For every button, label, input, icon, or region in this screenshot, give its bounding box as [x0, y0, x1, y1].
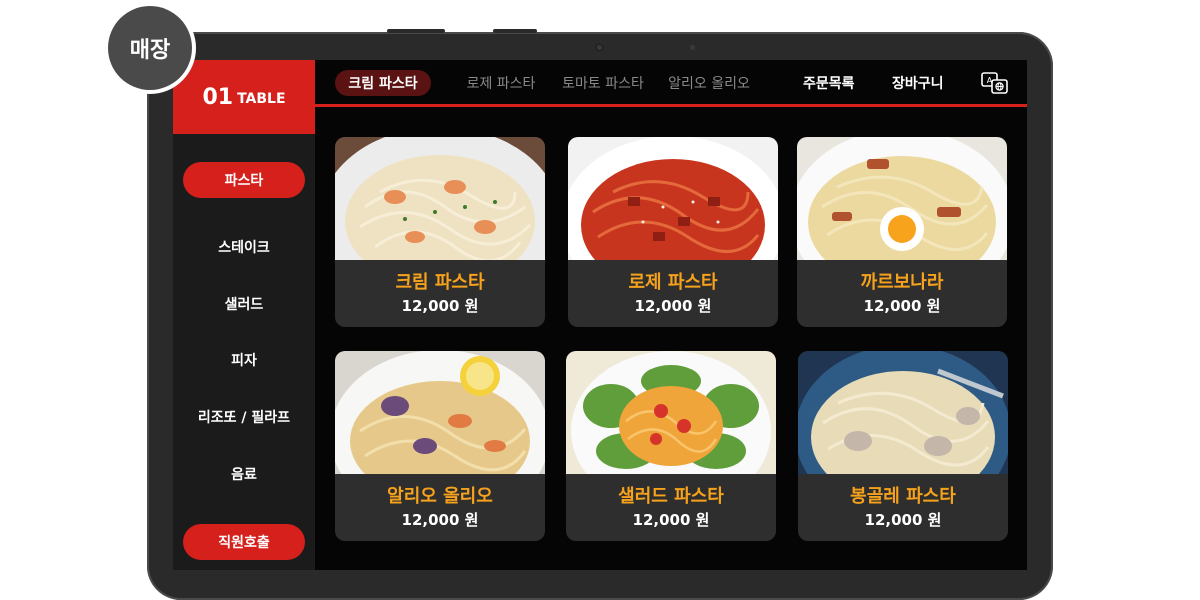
tab-tomato-pasta[interactable]: 토마토 파스타	[555, 70, 651, 96]
table-number-badge: 01 TABLE	[173, 60, 315, 134]
tab-aglio-olio[interactable]: 알리오 올리오	[661, 70, 757, 96]
menu-card-carbonara[interactable]: 까르보나라 12,000 원	[797, 137, 1007, 327]
cart-button[interactable]: 장바구니	[892, 70, 944, 96]
category-sidebar: 01 TABLE 파스타 스테이크 샐러드 피자 리조또 / 필라프 음료 직원…	[173, 60, 315, 570]
menu-item-name: 로제 파스타	[628, 272, 718, 293]
menu-item-name: 까르보나라	[860, 272, 944, 293]
menu-item-price: 12,000 원	[401, 511, 479, 529]
menu-card-aglio-olio[interactable]: 알리오 올리오 12,000 원	[335, 351, 545, 541]
store-mode-label: 매장	[108, 6, 192, 90]
menu-item-price: 12,000 원	[863, 297, 941, 315]
menu-card-vongole-pasta[interactable]: 봉골레 파스타 12,000 원	[798, 351, 1008, 541]
sidebar-item-pizza[interactable]: 피자	[183, 342, 305, 378]
menu-item-name: 봉골레 파스타	[850, 486, 956, 507]
cream-pasta-image	[335, 137, 545, 260]
sidebar-item-risotto-pilaf[interactable]: 리조또 / 필라프	[183, 399, 305, 435]
tab-rose-pasta[interactable]: 로제 파스타	[461, 70, 541, 96]
menu-item-price: 12,000 원	[864, 511, 942, 529]
menu-item-price: 12,000 원	[632, 511, 710, 529]
vongole-pasta-image	[798, 351, 1008, 474]
order-list-button[interactable]: 주문목록	[803, 70, 855, 96]
call-staff-button[interactable]: 직원호출	[183, 524, 305, 560]
tab-cream-pasta[interactable]: 크림 파스타	[335, 70, 431, 96]
sidebar-item-pasta[interactable]: 파스타	[183, 162, 305, 198]
tablet-sensor	[690, 45, 695, 50]
sidebar-item-salad[interactable]: 샐러드	[183, 286, 305, 322]
menu-card-salad-pasta[interactable]: 샐러드 파스타 12,000 원	[566, 351, 776, 541]
language-translate-icon[interactable]: A	[981, 71, 1009, 95]
table-number: 01	[202, 84, 234, 110]
tablet-power-button	[493, 29, 537, 33]
tablet-screen: 01 TABLE 파스타 스테이크 샐러드 피자 리조또 / 필라프 음료 직원…	[173, 60, 1027, 570]
menu-item-name: 크림 파스타	[395, 272, 485, 293]
table-label: TABLE	[237, 91, 286, 107]
menu-item-name: 알리오 올리오	[387, 486, 493, 507]
menu-item-price: 12,000 원	[634, 297, 712, 315]
sidebar-item-drinks[interactable]: 음료	[183, 456, 305, 492]
tablet-camera	[595, 43, 604, 52]
tab-bar-underline	[315, 104, 1027, 107]
menu-card-rose-pasta[interactable]: 로제 파스타 12,000 원	[568, 137, 778, 327]
tablet-volume-button	[387, 29, 445, 33]
menu-card-cream-pasta[interactable]: 크림 파스타 12,000 원	[335, 137, 545, 327]
sidebar-item-steak[interactable]: 스테이크	[183, 229, 305, 265]
salad-pasta-image	[566, 351, 776, 474]
subcategory-tab-bar: 크림 파스타 로제 파스타 토마토 파스타 알리오 올리오 주문목록 장바구니 …	[315, 60, 1027, 106]
rose-pasta-image	[568, 137, 778, 260]
aglio-olio-image	[335, 351, 545, 474]
menu-item-name: 샐러드 파스타	[618, 486, 724, 507]
store-mode-badge: 매장	[104, 2, 196, 94]
carbonara-image	[797, 137, 1007, 260]
menu-item-price: 12,000 원	[401, 297, 479, 315]
